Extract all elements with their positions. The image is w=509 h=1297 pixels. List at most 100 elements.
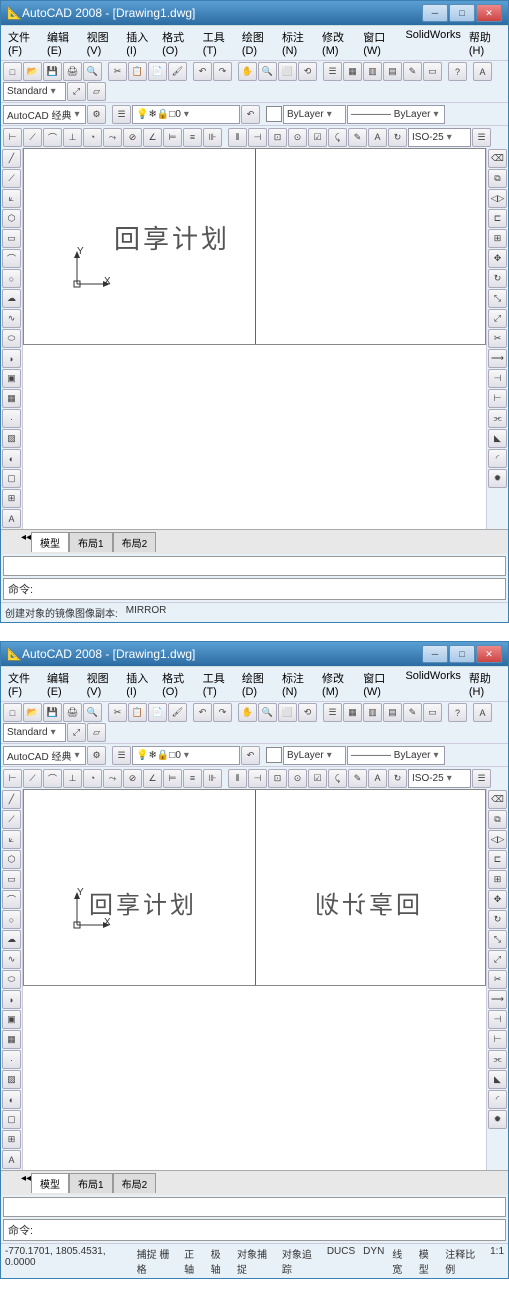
- annoscale-value[interactable]: 1:1: [490, 1246, 504, 1276]
- new-icon[interactable]: □: [3, 62, 22, 81]
- annoscale-label[interactable]: 注释比例: [445, 1246, 482, 1276]
- textstyle-combo[interactable]: Standard: [3, 723, 66, 742]
- sheetset-icon[interactable]: ▤: [383, 62, 402, 81]
- chamfer-icon[interactable]: ◣: [488, 1070, 507, 1089]
- polygon-icon[interactable]: ⬡: [2, 850, 21, 869]
- polar-toggle[interactable]: 极轴: [211, 1246, 229, 1276]
- menu-help[interactable]: 帮助(H): [466, 28, 504, 58]
- dim-edit-icon[interactable]: ✎: [348, 128, 367, 147]
- text-a-icon[interactable]: A: [473, 703, 492, 722]
- toolpalettes-icon[interactable]: ▥: [363, 703, 382, 722]
- dim-quick-icon[interactable]: ⊨: [163, 128, 182, 147]
- close-button[interactable]: ✕: [476, 4, 502, 22]
- ellipse-arc-icon[interactable]: ◗: [2, 349, 21, 368]
- markup-icon[interactable]: ✎: [403, 62, 422, 81]
- color-swatch[interactable]: [266, 106, 282, 122]
- dim-update-icon[interactable]: ↻: [388, 769, 407, 788]
- mtext-icon[interactable]: A: [2, 1150, 21, 1169]
- preview-icon[interactable]: 🔍: [83, 703, 102, 722]
- zoom-icon[interactable]: 🔍: [258, 62, 277, 81]
- lineweight-combo[interactable]: ———— ByLayer: [347, 746, 445, 765]
- layer-prev-icon[interactable]: ↶: [241, 105, 260, 124]
- jog-line-icon[interactable]: ⤹: [328, 128, 347, 147]
- revcl-icon[interactable]: ☁: [2, 289, 21, 308]
- workspace-combo[interactable]: AutoCAD 经典: [3, 746, 86, 765]
- mirror-icon[interactable]: ◁▷: [488, 189, 507, 208]
- dim-baseline-icon[interactable]: ≡: [183, 769, 202, 788]
- color-swatch[interactable]: [266, 747, 282, 763]
- menu-insert[interactable]: 插入(I): [123, 669, 157, 699]
- menu-draw[interactable]: 绘图(D): [239, 28, 277, 58]
- maximize-button[interactable]: □: [449, 4, 475, 22]
- paste-icon[interactable]: 📄: [148, 703, 167, 722]
- pan-icon[interactable]: ✋: [238, 703, 257, 722]
- inspect-icon[interactable]: ☑: [308, 128, 327, 147]
- dim-edit-icon[interactable]: ✎: [348, 769, 367, 788]
- block-make-icon[interactable]: ▦: [2, 1030, 21, 1049]
- mirror-icon[interactable]: ◁▷: [488, 830, 507, 849]
- pline-icon[interactable]: ⟀: [2, 189, 21, 208]
- zoom-win-icon[interactable]: ⬜: [278, 703, 297, 722]
- copy-icon[interactable]: 📋: [128, 703, 147, 722]
- dim-jogged-icon[interactable]: ⤳: [103, 128, 122, 147]
- fillet-icon[interactable]: ◜: [488, 449, 507, 468]
- move-icon[interactable]: ✥: [488, 890, 507, 909]
- open-icon[interactable]: 📂: [23, 62, 42, 81]
- dim-ordinate-icon[interactable]: ⊥: [63, 128, 82, 147]
- dim-tedit-icon[interactable]: A: [368, 769, 387, 788]
- center-mark-icon[interactable]: ⊙: [288, 128, 307, 147]
- menu-view[interactable]: 视图(V): [84, 28, 122, 58]
- properties-icon[interactable]: ☰: [323, 62, 342, 81]
- dimstyle-combo[interactable]: ISO-25: [408, 769, 471, 788]
- circle-icon[interactable]: ○: [2, 269, 21, 288]
- join-icon[interactable]: ⫘: [488, 1050, 507, 1069]
- line-icon[interactable]: ╱: [2, 790, 21, 809]
- rectangle-icon[interactable]: ▭: [2, 229, 21, 248]
- menu-insert[interactable]: 插入(I): [123, 28, 157, 58]
- maximize-button[interactable]: □: [449, 645, 475, 663]
- menu-format[interactable]: 格式(O): [159, 669, 198, 699]
- zoom-icon[interactable]: 🔍: [258, 703, 277, 722]
- open-icon[interactable]: 📂: [23, 703, 42, 722]
- paste-icon[interactable]: 📄: [148, 62, 167, 81]
- explode-icon[interactable]: ✹: [488, 469, 507, 488]
- menu-solidworks[interactable]: SolidWorks: [402, 669, 463, 699]
- offset-icon[interactable]: ⊏: [488, 850, 507, 869]
- menu-tools[interactable]: 工具(T): [200, 669, 237, 699]
- gradient-icon[interactable]: ◐: [2, 1090, 21, 1109]
- tolerance-icon[interactable]: ⊡: [268, 128, 287, 147]
- menu-dim[interactable]: 标注(N): [279, 28, 317, 58]
- command-input[interactable]: 命令:: [3, 1219, 506, 1241]
- osnap-toggle[interactable]: 对象捕捉: [237, 1246, 274, 1276]
- model-tab[interactable]: 模型: [31, 532, 69, 552]
- otrack-toggle[interactable]: 对象追踪: [282, 1246, 319, 1276]
- layer-combo[interactable]: 💡❄🔒□ 0: [132, 746, 240, 765]
- offset-icon[interactable]: ⊏: [488, 209, 507, 228]
- layer-combo[interactable]: 💡❄🔒□ 0: [132, 105, 240, 124]
- dim-tedit-icon[interactable]: A: [368, 128, 387, 147]
- ellipse-icon[interactable]: ⬭: [2, 970, 21, 989]
- block-make-icon[interactable]: ▦: [2, 389, 21, 408]
- explode-icon[interactable]: ✹: [488, 1110, 507, 1129]
- match-icon[interactable]: 🖌: [168, 703, 187, 722]
- layer-prev-icon[interactable]: ↶: [241, 746, 260, 765]
- close-button[interactable]: ✕: [476, 645, 502, 663]
- color-combo[interactable]: ByLayer: [283, 105, 346, 124]
- pan-icon[interactable]: ✋: [238, 62, 257, 81]
- snap-toggle[interactable]: 捕捉 栅格: [137, 1246, 176, 1276]
- polygon-icon[interactable]: ⬡: [2, 209, 21, 228]
- dim-diameter-icon[interactable]: ⊘: [123, 769, 142, 788]
- point-icon[interactable]: ·: [2, 1050, 21, 1069]
- dim-arc-icon[interactable]: ⌒: [43, 128, 62, 147]
- trim-icon[interactable]: ✂: [488, 329, 507, 348]
- fillet-icon[interactable]: ◜: [488, 1090, 507, 1109]
- hatch-icon[interactable]: ▨: [2, 1070, 21, 1089]
- scale-icon[interactable]: ⤡: [488, 289, 507, 308]
- dim-arc-icon[interactable]: ⌒: [43, 769, 62, 788]
- dim-quick-icon[interactable]: ⊨: [163, 769, 182, 788]
- dim-space-icon[interactable]: ⫴: [228, 128, 247, 147]
- block-insert-icon[interactable]: ▣: [2, 369, 21, 388]
- sheetset-icon[interactable]: ▤: [383, 703, 402, 722]
- save-icon[interactable]: 💾: [43, 62, 62, 81]
- workspace-combo[interactable]: AutoCAD 经典: [3, 105, 86, 124]
